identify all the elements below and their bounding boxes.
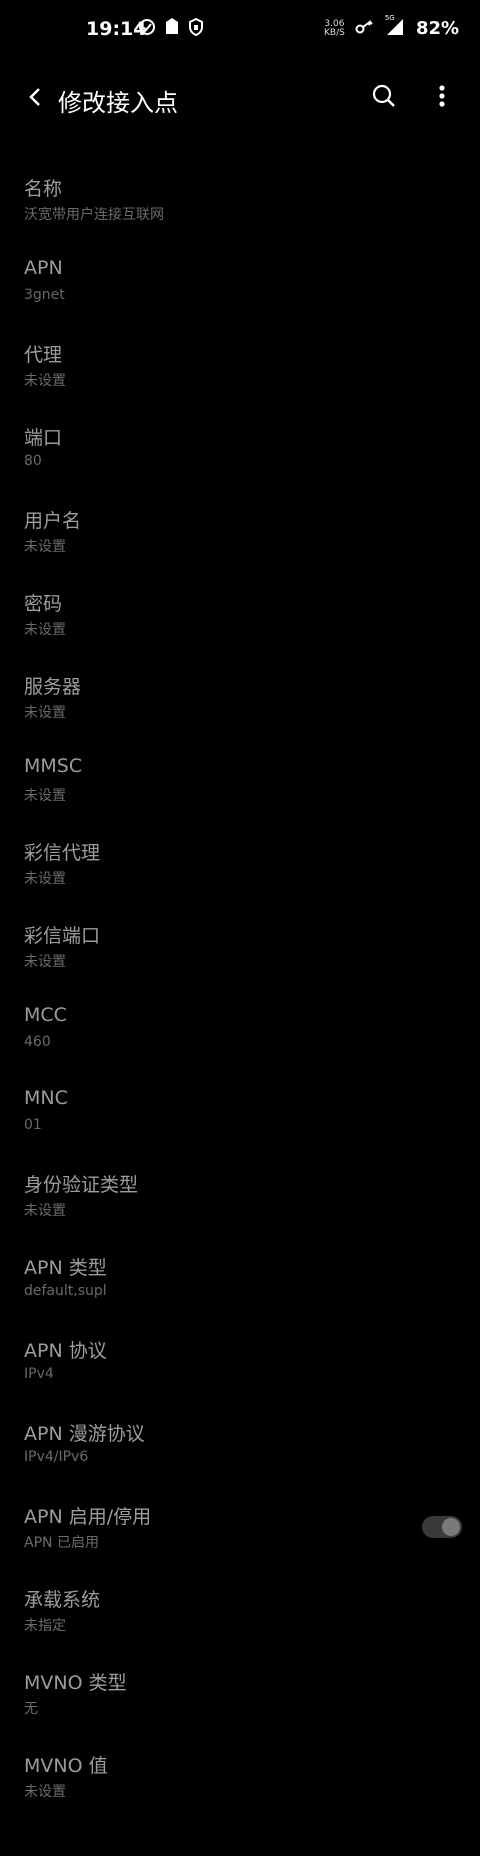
setting-name[interactable]: 名称 沃宽带用户连接互联网 bbox=[0, 166, 480, 249]
setting-mvno-value[interactable]: MVNO 值 未设置 bbox=[0, 1743, 480, 1826]
setting-label: MVNO 类型 bbox=[24, 1672, 127, 1694]
more-vert-icon bbox=[439, 85, 445, 107]
setting-label: 彩信端口 bbox=[24, 925, 101, 947]
setting-value: 未设置 bbox=[24, 705, 66, 721]
setting-value: 未设置 bbox=[24, 373, 66, 389]
setting-label: MCC bbox=[24, 1004, 67, 1026]
key-icon bbox=[355, 19, 375, 39]
setting-value: IPv4/IPv6 bbox=[24, 1449, 89, 1465]
setting-label: APN bbox=[24, 257, 63, 279]
shield-icon bbox=[188, 17, 204, 40]
battery-level: 82% bbox=[416, 18, 460, 39]
setting-label: 名称 bbox=[24, 178, 63, 200]
setting-value: 未设置 bbox=[24, 954, 66, 970]
page-title: 修改接入点 bbox=[58, 89, 178, 117]
setting-value: IPv4 bbox=[24, 1366, 54, 1382]
status-bar: 19:14 3.06 KB/S 5G 82% bbox=[0, 0, 480, 62]
setting-mcc[interactable]: MCC 460 bbox=[0, 996, 480, 1079]
setting-label: APN 漫游协议 bbox=[24, 1423, 145, 1445]
setting-mmsc[interactable]: MMSC 未设置 bbox=[0, 747, 480, 830]
setting-label: 端口 bbox=[24, 427, 63, 449]
setting-apn-protocol[interactable]: APN 协议 IPv4 bbox=[0, 1328, 480, 1411]
check-icon bbox=[138, 18, 156, 40]
setting-label: 承载系统 bbox=[24, 1589, 101, 1611]
setting-label: APN 类型 bbox=[24, 1257, 107, 1279]
toggle-knob bbox=[442, 1518, 460, 1536]
setting-bearer[interactable]: 承载系统 未指定 bbox=[0, 1577, 480, 1660]
setting-proxy[interactable]: 代理 未设置 bbox=[0, 332, 480, 415]
setting-label: MMSC bbox=[24, 755, 83, 777]
network-speed: 3.06 KB/S bbox=[324, 19, 345, 38]
setting-apn-roaming-protocol[interactable]: APN 漫游协议 IPv4/IPv6 bbox=[0, 1411, 480, 1494]
setting-value: 沃宽带用户连接互联网 bbox=[24, 207, 164, 223]
setting-value: 460 bbox=[24, 1034, 51, 1050]
setting-label: 代理 bbox=[24, 344, 63, 366]
setting-port[interactable]: 端口 80 bbox=[0, 415, 480, 498]
setting-value: 未设置 bbox=[24, 1203, 66, 1219]
setting-label: 密码 bbox=[24, 593, 63, 615]
search-icon bbox=[372, 84, 395, 107]
setting-mvno-type[interactable]: MVNO 类型 无 bbox=[0, 1660, 480, 1743]
setting-apn-type[interactable]: APN 类型 default,supl bbox=[0, 1245, 480, 1328]
more-options-button[interactable] bbox=[430, 78, 454, 114]
setting-value: default,supl bbox=[24, 1283, 107, 1299]
setting-username[interactable]: 用户名 未设置 bbox=[0, 498, 480, 581]
setting-value: 01 bbox=[24, 1117, 42, 1133]
setting-mms-proxy[interactable]: 彩信代理 未设置 bbox=[0, 830, 480, 913]
status-right-icons: 3.06 KB/S 5G bbox=[324, 14, 405, 40]
search-button[interactable] bbox=[366, 78, 402, 114]
setting-label: MNC bbox=[24, 1087, 68, 1109]
setting-server[interactable]: 服务器 未设置 bbox=[0, 664, 480, 747]
setting-apn-enable[interactable]: APN 启用/停用 APN 已启用 bbox=[0, 1494, 480, 1577]
setting-label: 用户名 bbox=[24, 510, 82, 532]
setting-value: 未设置 bbox=[24, 788, 66, 804]
setting-apn[interactable]: APN 3gnet bbox=[0, 249, 480, 332]
setting-label: MVNO 值 bbox=[24, 1755, 108, 1777]
back-button[interactable] bbox=[20, 80, 50, 114]
apn-enable-toggle[interactable] bbox=[422, 1516, 462, 1538]
setting-value: 无 bbox=[24, 1701, 38, 1717]
status-left-icons bbox=[138, 17, 204, 40]
setting-mms-port[interactable]: 彩信端口 未设置 bbox=[0, 913, 480, 996]
setting-mnc[interactable]: MNC 01 bbox=[0, 1079, 480, 1162]
app-bar: 修改接入点 bbox=[0, 62, 480, 132]
setting-value: 3gnet bbox=[24, 287, 65, 303]
setting-value: 未设置 bbox=[24, 539, 66, 555]
setting-value: 未设置 bbox=[24, 622, 66, 638]
setting-label: 身份验证类型 bbox=[24, 1174, 139, 1196]
back-arrow-icon bbox=[29, 88, 40, 106]
setting-label: APN 启用/停用 bbox=[24, 1506, 152, 1528]
setting-value: 未设置 bbox=[24, 1784, 66, 1800]
setting-auth-type[interactable]: 身份验证类型 未设置 bbox=[0, 1162, 480, 1245]
setting-password[interactable]: 密码 未设置 bbox=[0, 581, 480, 664]
setting-value: APN 已启用 bbox=[24, 1535, 99, 1551]
signal-icon: 5G bbox=[385, 14, 405, 40]
setting-value: 80 bbox=[24, 453, 42, 469]
setting-value: 未设置 bbox=[24, 871, 66, 887]
apn-settings-list: 名称 沃宽带用户连接互联网 APN 3gnet 代理 未设置 端口 80 用户名… bbox=[0, 166, 480, 1826]
setting-label: 服务器 bbox=[24, 676, 82, 698]
setting-label: APN 协议 bbox=[24, 1340, 107, 1362]
notification-icon bbox=[164, 18, 180, 40]
setting-value: 未指定 bbox=[24, 1618, 66, 1634]
setting-label: 彩信代理 bbox=[24, 842, 101, 864]
